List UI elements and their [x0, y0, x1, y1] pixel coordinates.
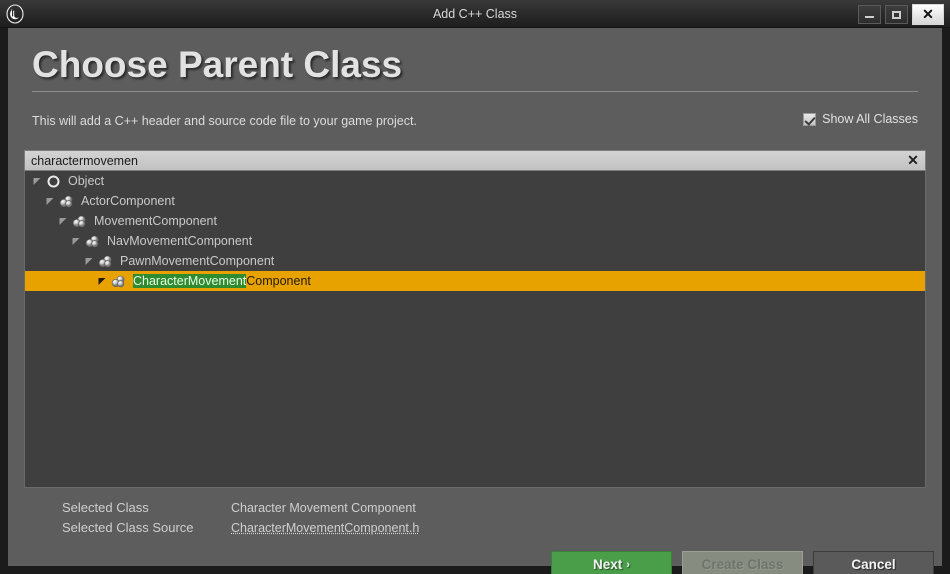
next-button-label: Next — [593, 557, 623, 572]
window-title: Add C++ Class — [432, 7, 518, 21]
page-title: Choose Parent Class — [32, 44, 403, 85]
class-search-box[interactable]: ✕ — [24, 150, 926, 171]
tree-item-movementcomponent[interactable]: MovementComponent — [25, 211, 925, 231]
expander-triangle-icon[interactable] — [70, 231, 83, 251]
minimize-button[interactable] — [858, 5, 881, 24]
tree-item-label-rest: Component — [246, 274, 311, 288]
cancel-button[interactable]: Cancel — [813, 551, 934, 574]
search-input[interactable] — [25, 153, 901, 168]
create-class-button[interactable]: Create Class — [682, 551, 803, 574]
component-spheres-icon — [83, 231, 102, 251]
next-button[interactable]: Next › — [551, 551, 672, 574]
tree-item-charactermovementcomponent[interactable]: CharacterMovementComponent — [25, 271, 925, 291]
selected-class-label: Selected Class — [62, 500, 149, 515]
selected-class-source-label: Selected Class Source — [62, 520, 194, 535]
tree-item-label: PawnMovementComponent — [120, 254, 275, 268]
selected-class-value: Character Movement Component — [231, 501, 416, 515]
component-spheres-icon — [57, 191, 76, 211]
checkbox-checked-icon[interactable] — [803, 112, 817, 126]
tree-item-label: NavMovementComponent — [107, 234, 253, 248]
title-bar[interactable]: Add C++ Class ✕ — [0, 0, 950, 28]
title-divider — [32, 91, 918, 92]
expander-triangle-icon[interactable] — [31, 171, 44, 191]
unreal-engine-logo-icon — [0, 0, 30, 28]
component-spheres-icon — [96, 251, 115, 271]
tree-item-object[interactable]: Object — [25, 171, 925, 191]
show-all-classes-label: Show All Classes — [822, 112, 918, 126]
maximize-button[interactable] — [885, 5, 908, 24]
tree-item-label: ActorComponent — [81, 194, 175, 208]
minimize-icon — [865, 16, 874, 18]
expander-triangle-icon[interactable] — [83, 251, 96, 271]
selected-class-source-link[interactable]: CharacterMovementComponent.h — [231, 521, 419, 535]
chevron-right-icon: › — [626, 558, 630, 571]
expander-triangle-icon[interactable] — [96, 271, 109, 291]
tree-item-navmovementcomponent[interactable]: NavMovementComponent — [25, 231, 925, 251]
clear-search-icon[interactable]: ✕ — [901, 151, 925, 170]
maximize-icon — [892, 10, 901, 19]
expander-triangle-icon[interactable] — [57, 211, 70, 231]
expander-triangle-icon[interactable] — [44, 191, 57, 211]
close-button[interactable]: ✕ — [912, 4, 944, 25]
component-spheres-icon — [109, 271, 128, 291]
dialog-subtitle: This will add a C++ header and source co… — [32, 114, 417, 128]
component-spheres-icon — [70, 211, 89, 231]
window-controls: ✕ — [858, 4, 944, 25]
tree-item-actorcomponent[interactable]: ActorComponent — [25, 191, 925, 211]
dialog-body: Choose Parent Class This will add a C++ … — [8, 28, 942, 574]
show-all-classes-checkbox[interactable]: Show All Classes — [803, 112, 918, 126]
search-match-highlight: CharacterMovement — [133, 274, 247, 288]
tree-item-label: CharacterMovementComponent — [128, 274, 311, 288]
class-tree-panel[interactable]: Object ActorComponent MovementComponent Nav… — [24, 171, 926, 488]
object-circle-icon — [44, 171, 63, 191]
tree-item-pawnmovementcomponent[interactable]: PawnMovementComponent — [25, 251, 925, 271]
tree-item-label: MovementComponent — [94, 214, 217, 228]
add-cpp-class-dialog: Add C++ Class ✕ Choose Parent Class This… — [0, 0, 950, 574]
tree-item-label: Object — [68, 174, 105, 188]
